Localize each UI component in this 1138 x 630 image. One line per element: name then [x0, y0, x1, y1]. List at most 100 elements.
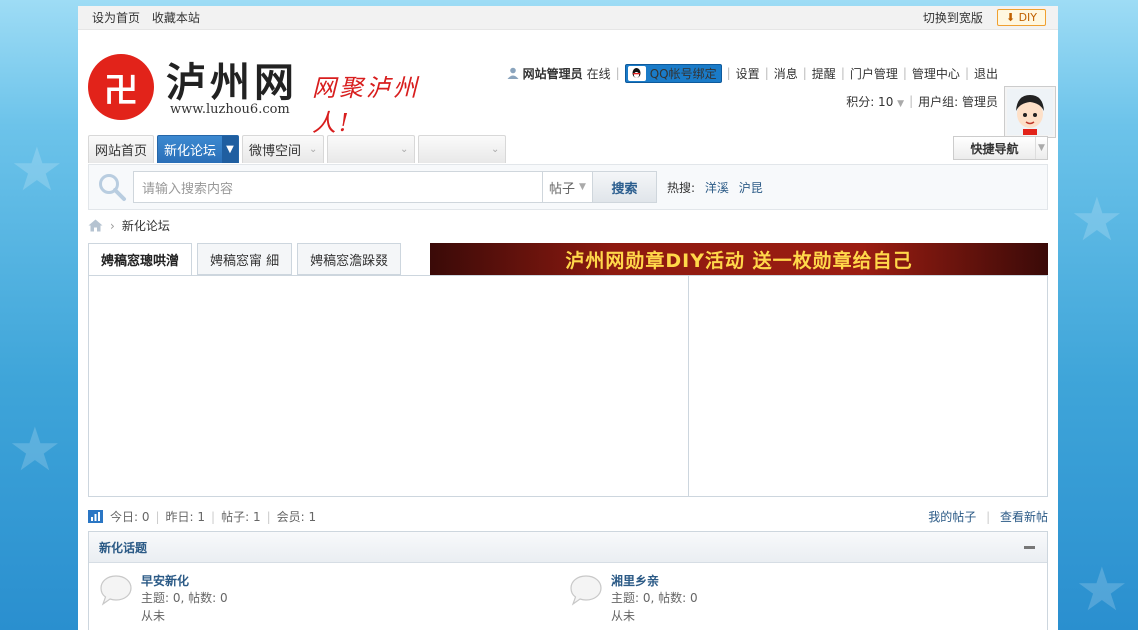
stat-members: 会员: 1 [276, 510, 317, 524]
chevron-down-icon[interactable]: ▼ [222, 136, 239, 163]
background-star: ★ [1075, 555, 1129, 625]
breadcrumb: › 新化论坛 [88, 217, 170, 234]
divider: | [155, 509, 160, 524]
user-info: 网站管理员 在线 | QQ帐号绑定 | 设置 | 消息 | 提醒 | 门户管理 … [507, 62, 998, 112]
collapse-icon[interactable] [1024, 545, 1035, 549]
medal-banner[interactable]: 泸州网勋章DIY活动 送一枚勋章给自己 [430, 243, 1048, 275]
user-links: 网站管理员 在线 | QQ帐号绑定 | 设置 | 消息 | 提醒 | 门户管理 … [507, 62, 998, 84]
breadcrumb-separator-icon: › [110, 218, 115, 233]
divider: | [986, 510, 991, 524]
my-posts-link[interactable]: 我的帖子 [928, 510, 976, 524]
qq-bind-button[interactable]: QQ帐号绑定 [624, 63, 722, 83]
diy-button[interactable]: ⬇ DIY [996, 9, 1046, 26]
background-star: ★ [8, 415, 62, 485]
nav-item-home[interactable]: 网站首页 [88, 135, 155, 163]
user-stats: 积分: 10 ▼ | 用户组: 管理员 [507, 90, 998, 112]
nav-item-weibo[interactable]: 微博空间 ⌄ [242, 135, 325, 163]
nav-item-empty[interactable]: ⌄ [327, 135, 416, 163]
breadcrumb-current[interactable]: 新化论坛 [122, 217, 170, 234]
switch-wide-link[interactable]: 切换到宽版 [923, 9, 983, 26]
tab-1[interactable]: 娉稿窓璁哄潧 [88, 243, 193, 276]
stat-yesterday: 昨日: 1 [165, 510, 206, 524]
site-logo[interactable]: 卍 泸州网 www.luzhou6.com 网聚泸州人! [88, 50, 448, 137]
divider: | [909, 94, 914, 108]
forum-board-last-post: 从未 [611, 609, 636, 623]
forum-category-header: 新化话题 [89, 532, 1047, 563]
stat-today: 今日: 0 [110, 510, 150, 524]
portal-admin-link[interactable]: 门户管理 [850, 65, 898, 82]
header: 卍 泸州网 www.luzhou6.com 网聚泸州人! 网站管理员 在线 | … [78, 30, 1058, 138]
logo-url: www.luzhou6.com [170, 102, 290, 117]
bookmark-link[interactable]: 收藏本站 [152, 11, 200, 25]
chevron-down-icon: ⌄ [491, 144, 500, 155]
divider: | [964, 66, 969, 80]
background-star: ★ [1070, 185, 1124, 255]
admin-center-link[interactable]: 管理中心 [912, 65, 960, 82]
search-type-label: 帖子 [549, 181, 576, 197]
search-input[interactable]: 请输入搜索内容 [133, 171, 543, 203]
logout-link[interactable]: 退出 [974, 65, 998, 82]
forum-board-stats: 主题: 0, 帖数: 0 [611, 591, 698, 605]
qq-bind-label: QQ帐号绑定 [649, 66, 717, 81]
banner-text: 泸州网勋章DIY活动 送一枚勋章给自己 [565, 249, 913, 272]
logo-mark: 卍 [88, 54, 154, 120]
page: 设为首页 收藏本站 切换到宽版 ⬇ DIY 卍 泸州网 www.luzhou6.… [78, 6, 1058, 630]
logo-name: 泸州网 [166, 59, 298, 106]
speech-bubble-icon[interactable] [569, 573, 603, 607]
new-posts-link[interactable]: 查看新帖 [1000, 510, 1048, 524]
forum-board-stats: 主题: 0, 帖数: 0 [141, 591, 228, 605]
stat-posts: 帖子: 1 [221, 510, 261, 524]
tab-2[interactable]: 娉稿窓甯 細 [197, 243, 293, 275]
logo-slogan: 网聚泸州人! [312, 74, 420, 137]
divider: | [764, 66, 769, 80]
chevron-down-icon: ▼ [579, 182, 586, 192]
stats-chart-icon [88, 510, 103, 523]
portal-tabs: 娉稿窓璁哄潧 娉稿窓甯 細 娉稿窓澹跺叕 [88, 243, 406, 276]
quick-nav-button[interactable]: 快捷导航 ▼ [953, 136, 1048, 160]
qq-penguin-icon [627, 65, 646, 81]
diy-label: DIY [1018, 11, 1037, 24]
forum-board-name[interactable]: 湘里乡亲 [611, 574, 659, 588]
forum-category-title[interactable]: 新化话题 [99, 539, 147, 556]
forum-board: 早安新化 主题: 0, 帖数: 0 从未 [89, 573, 559, 625]
nav-item-forum[interactable]: 新化论坛 ▼ [157, 135, 240, 163]
forum-board: 湘里乡亲 主题: 0, 帖数: 0 从未 [559, 573, 1029, 625]
divider: | [802, 66, 807, 80]
hot-search-term[interactable]: 沪昆 [739, 181, 763, 195]
arrow-down-icon: ⬇ [1005, 11, 1016, 24]
chevron-down-icon: ▼ [1035, 137, 1047, 159]
portal-panel [88, 275, 1048, 497]
panel-left [89, 276, 689, 496]
main-nav: 网站首页 新化论坛 ▼ 微博空间 ⌄ ⌄ ⌄ [88, 135, 509, 165]
settings-link[interactable]: 设置 [736, 65, 760, 82]
search-button[interactable]: 搜索 [593, 171, 657, 203]
points-label: 积分: 10 [846, 94, 894, 109]
username-link[interactable]: 网站管理员 [523, 65, 583, 82]
speech-bubble-icon[interactable] [99, 573, 133, 607]
messages-link[interactable]: 消息 [774, 65, 798, 82]
avatar[interactable] [1004, 86, 1056, 138]
divider: | [211, 509, 216, 524]
top-bar: 设为首页 收藏本站 切换到宽版 ⬇ DIY [78, 6, 1058, 30]
forum-board-list: 早安新化 主题: 0, 帖数: 0 从未 湘里乡亲 主题: 0, 帖数: 0 从… [89, 563, 1047, 625]
user-group-link[interactable]: 用户组: 管理员 [918, 93, 998, 110]
chevron-down-icon: ⌄ [309, 144, 318, 155]
points-link[interactable]: 积分: 10 ▼ [846, 93, 904, 110]
tab-3[interactable]: 娉稿窓澹跺叕 [297, 243, 402, 275]
hot-search-term[interactable]: 洋溪 [705, 181, 729, 195]
nav-item-label: 微博空间 [249, 144, 302, 159]
divider: | [266, 509, 271, 524]
set-home-link[interactable]: 设为首页 [92, 11, 140, 25]
search-type-select[interactable]: 帖子 ▼ [543, 171, 593, 203]
quick-nav-label: 快捷导航 [970, 141, 1019, 156]
background-star: ★ [10, 135, 64, 205]
notifications-link[interactable]: 提醒 [812, 65, 836, 82]
forum-board-name[interactable]: 早安新化 [141, 574, 189, 588]
nav-item-empty[interactable]: ⌄ [418, 135, 507, 163]
divider: | [840, 66, 845, 80]
nav-item-label: 新化论坛 [164, 144, 217, 159]
search-icon [99, 174, 126, 201]
chevron-down-icon: ▼ [897, 98, 905, 109]
search-bar: 请输入搜索内容 帖子 ▼ 搜索 热搜: 洋溪 沪昆 [88, 164, 1048, 210]
home-icon[interactable] [88, 219, 103, 232]
